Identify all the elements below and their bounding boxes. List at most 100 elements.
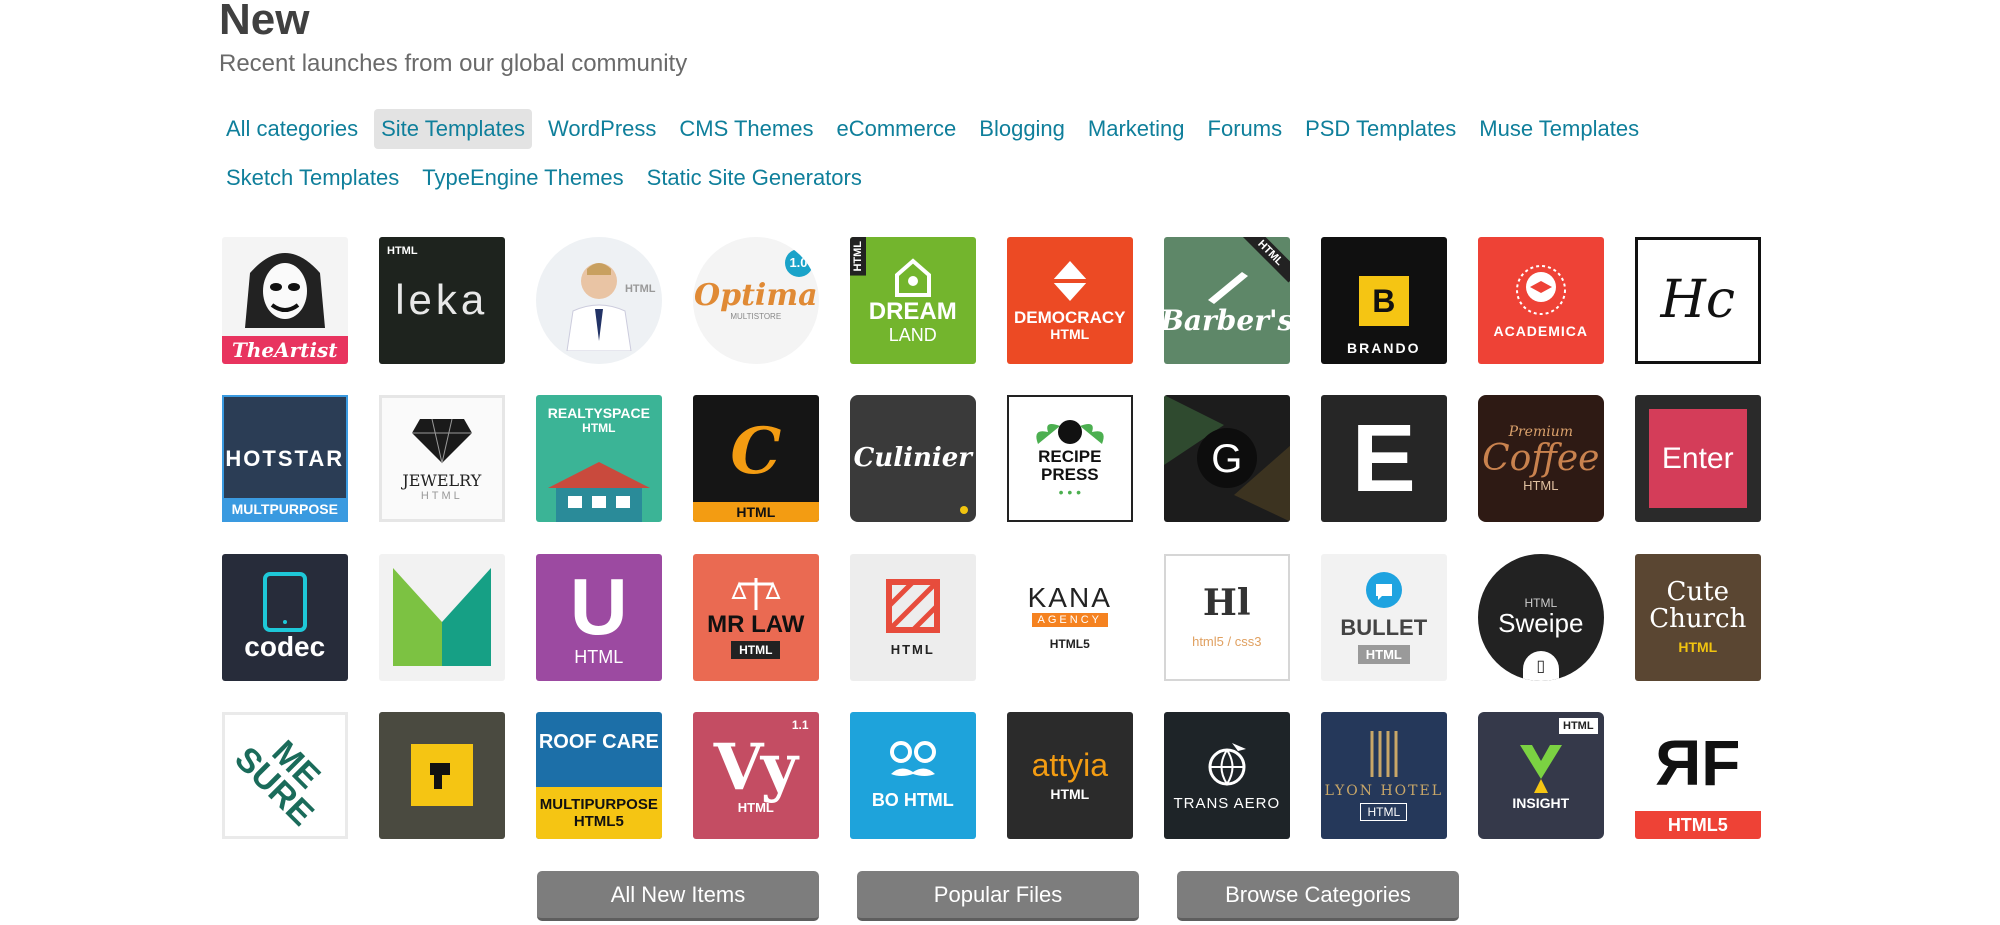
tile-label: ЯF [1655,727,1741,800]
tile-tag: HTML [1360,803,1408,822]
item-thumbnail[interactable]: HOTSTAR MULTPURPOSE [222,395,348,523]
item-thumbnail[interactable]: TRANS AERO [1164,711,1290,839]
tile-tag: HTML [387,245,418,257]
item-thumbnail[interactable]: ЯF HTML5 [1635,711,1761,839]
item-thumbnail[interactable]: Hc [1635,237,1761,364]
category-all[interactable]: All categories [219,109,365,149]
item-thumbnail[interactable]: Enter [1635,395,1761,523]
grid-row: ME SURE ROOF CARE MULTIPURPOSE HTML5 1.1… [222,711,1792,839]
page-subtitle: Recent launches from our global communit… [219,50,688,77]
tile-tag: HTML [624,283,656,295]
tile-tag: HTML [1559,717,1598,734]
category-site-templates[interactable]: Site Templates [374,109,532,149]
item-thumbnail[interactable]: U HTML [536,553,662,681]
category-muse-templates[interactable]: Muse Templates [1472,109,1646,149]
tile-label: Culinier [853,443,972,474]
item-thumbnail[interactable]: HTML [536,237,662,364]
category-cms-themes[interactable]: CMS Themes [672,109,820,149]
tile-sub: HTML [420,490,463,503]
item-thumbnail[interactable]: BULLET HTML [1321,553,1447,681]
tile-sub: HTML5 [1635,810,1761,839]
item-thumbnail[interactable]: 1.0 Optima MULTISTORE [693,237,819,364]
tile-label: G [1211,436,1243,481]
category-marketing[interactable]: Marketing [1081,109,1192,149]
tile-sub: HTML [731,640,781,659]
tile-sub: HTML [574,646,624,667]
tile-label: Cute Church [1649,576,1747,635]
item-thumbnail[interactable]: 1.1 Vy HTML [693,711,819,839]
item-thumbnail[interactable]: REALTYSPACE HTML [536,395,662,523]
item-thumbnail[interactable]: HTML [850,553,976,681]
tile-sub: HTML [1050,786,1090,803]
dots-icon: • • • [1058,483,1082,500]
tile-label: JEWELRY [402,471,482,491]
item-thumbnail[interactable]: HTML Barber's [1164,237,1290,364]
item-thumbnail[interactable]: ACADEMICA [1478,237,1604,364]
tile-label: codec [244,631,326,663]
slash-logo-icon [885,578,940,633]
birdhouse-icon [894,258,931,298]
tile-sub: MULTISTORE [730,311,782,321]
category-forums[interactable]: Forums [1201,109,1290,149]
m-logo-icon [392,568,491,667]
tile-sub: HTML [890,641,935,657]
item-thumbnail[interactable]: E [1321,395,1447,523]
browse-categories-button[interactable]: Browse Categories [1177,871,1459,921]
category-wordpress[interactable]: WordPress [541,109,663,149]
item-thumbnail[interactable] [379,711,505,839]
item-thumbnail[interactable]: JEWELRY HTML [379,395,505,523]
item-thumbnail[interactable]: Cute Church HTML [1635,553,1761,681]
tile-sub: HTML [1357,645,1410,665]
item-thumbnail[interactable]: G [1164,395,1290,523]
tile-label: ROOF CARE [538,730,659,753]
item-thumbnail[interactable]: B BRANDO [1321,237,1447,364]
tile-label: Coffee [1482,438,1600,480]
tile-sub: BO HTML [871,789,954,810]
tile-label: TheArtist [222,336,348,364]
item-thumbnail[interactable]: TheArtist [222,237,348,364]
item-thumbnail[interactable]: ME SURE [222,711,348,839]
popular-files-button[interactable]: Popular Files [857,871,1139,921]
category-typeengine-themes[interactable]: TypeEngine Themes [415,158,630,198]
item-thumbnail[interactable]: RECIPE PRESS • • • [1007,395,1133,523]
category-sketch-templates[interactable]: Sketch Templates [219,158,406,198]
item-thumbnail[interactable]: KANA AGENCY HTML5 [1007,553,1133,681]
item-thumbnail[interactable]: HTML Sweipe ▯ [1478,553,1604,681]
tile-sub: HTML [1523,478,1559,494]
all-new-items-button[interactable]: All New Items [537,871,819,921]
tile-label: DEMOCRACY [1014,307,1126,327]
item-thumbnail[interactable]: attyia HTML [1007,711,1133,839]
globe-plane-icon [1208,742,1246,786]
item-thumbnail[interactable]: Premium Coffee HTML [1478,395,1604,523]
item-thumbnail[interactable]: HTML DREAM LAND [850,237,976,364]
tile-sub: LYON HOTEL [1324,783,1443,800]
tile-sub: MULTIPURPOSE HTML5 [536,786,662,839]
category-blogging[interactable]: Blogging [972,109,1072,149]
item-thumbnail[interactable]: HTML leka [379,237,505,364]
category-static-site-generators[interactable]: Static Site Generators [640,158,869,198]
item-thumbnail[interactable]: Culinier [850,395,976,523]
item-thumbnail[interactable]: MR LAW HTML [693,553,819,681]
diamond-logo-icon [1049,260,1090,301]
category-psd-templates[interactable]: PSD Templates [1298,109,1463,149]
tile-sub: HTML [582,421,616,436]
tile-tag: 1.0 [784,249,813,277]
item-thumbnail[interactable] [379,553,505,681]
tile-sub: HTML [737,799,774,815]
tile-tag: HTML [850,237,866,276]
item-thumbnail[interactable]: HTML INSIGHT [1478,711,1604,839]
item-thumbnail[interactable]: BO HTML [850,711,976,839]
item-thumbnail[interactable]: ROOF CARE MULTIPURPOSE HTML5 [536,711,662,839]
item-thumbnail[interactable]: DEMOCRACY HTML [1007,237,1133,364]
tile-label: C [730,414,782,490]
item-thumbnail[interactable]: codec [222,553,348,681]
category-ecommerce[interactable]: eCommerce [829,109,963,149]
tile-label: U [569,561,628,651]
tile-label: leka [395,276,489,324]
item-thumbnail[interactable]: LYON HOTEL HTML [1321,711,1447,839]
item-thumbnail[interactable]: C HTML [693,395,819,523]
graduation-cap-icon [1515,264,1566,315]
doctor-icon [566,262,632,351]
page: New Recent launches from our global comm… [0,0,2000,925]
item-thumbnail[interactable]: Hl html5 / css3 [1164,553,1290,681]
